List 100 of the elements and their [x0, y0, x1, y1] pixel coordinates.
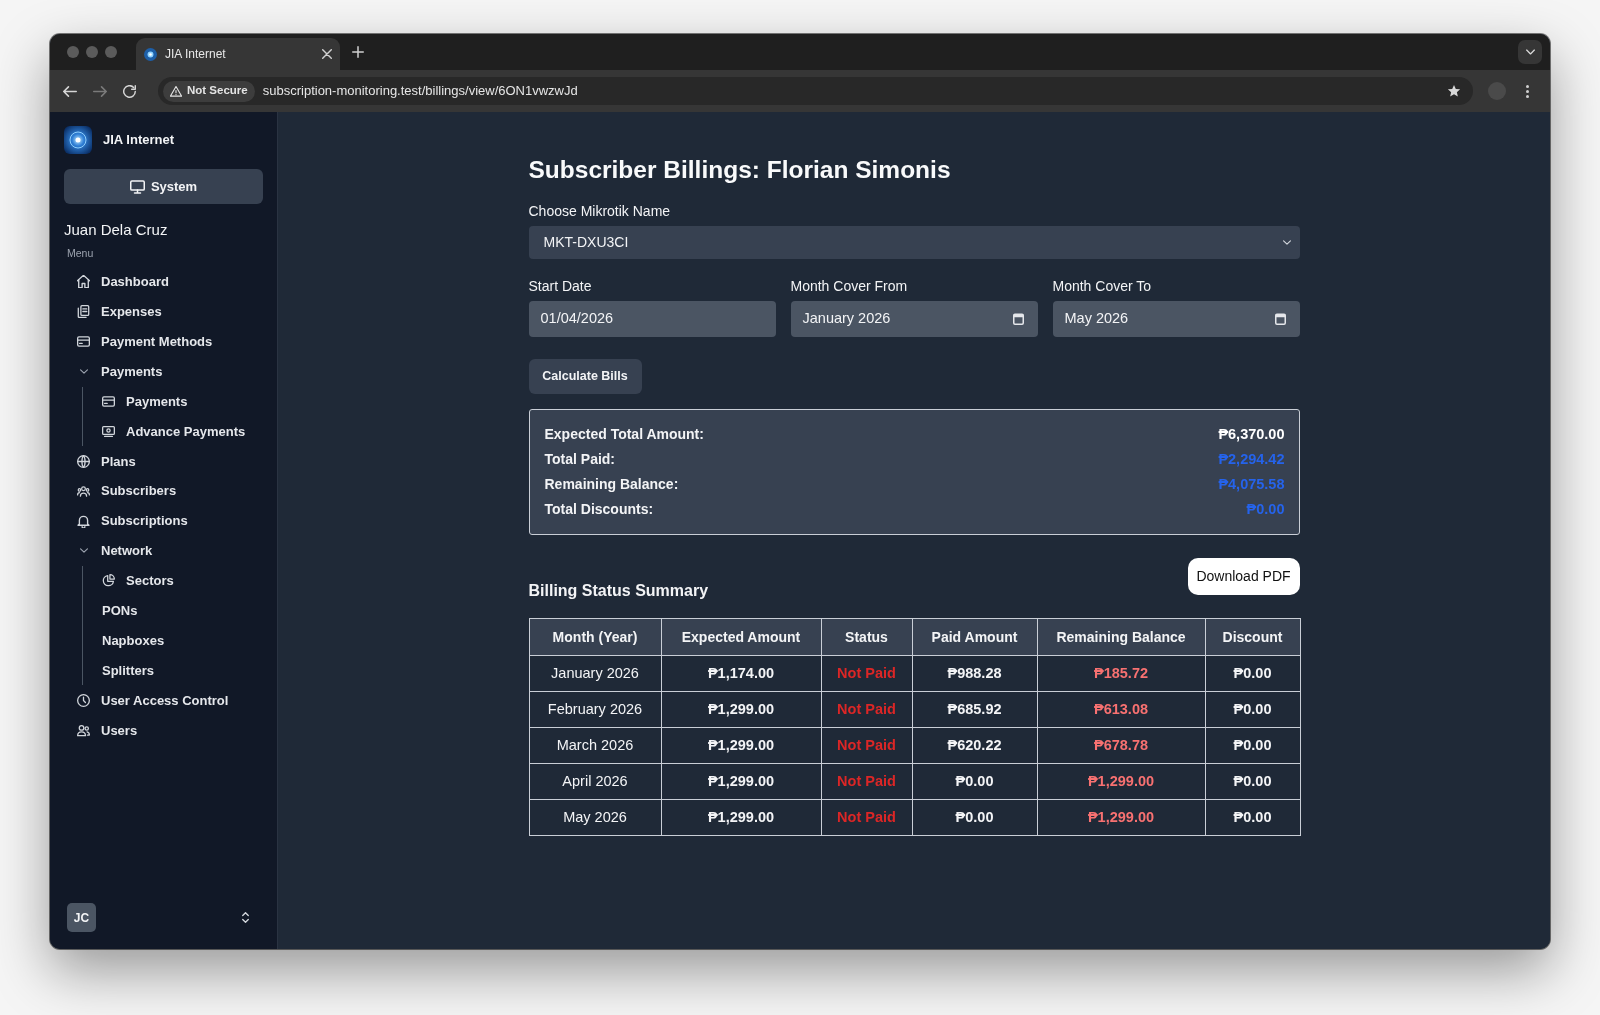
sidebar-subitem[interactable]: Sectors [83, 565, 263, 596]
month-field[interactable]: May 2026 [1052, 301, 1300, 337]
calendar-icon[interactable] [1274, 313, 1286, 325]
table-cell: May 2026 [529, 799, 661, 836]
sidebar-item[interactable]: Subscribers [64, 476, 263, 507]
table-cell: ₱185.72 [1037, 655, 1205, 692]
sidebar-item[interactable]: Network [64, 536, 263, 566]
sidebar-subitem[interactable]: Payments [83, 386, 263, 417]
credit-card-icon [102, 395, 115, 408]
total-label: Expected Total Amount: [544, 425, 704, 444]
credit-card-icon [77, 335, 90, 349]
status-cell: Not Paid [821, 727, 912, 764]
table-cell: ₱1,299.00 [661, 763, 821, 800]
home-icon [77, 275, 90, 289]
sidebar-subitem[interactable]: PONs [83, 595, 263, 626]
logo-icon [64, 126, 92, 154]
total-label: Remaining Balance: [544, 475, 679, 494]
warning-triangle-icon [170, 85, 182, 97]
table-cell: ₱1,299.00 [661, 691, 821, 728]
user-name: Juan Dela Cruz [64, 220, 169, 240]
documents-icon [77, 305, 90, 319]
column-header: Expected Amount [661, 618, 821, 656]
forward-arrow-icon[interactable] [93, 84, 107, 98]
traffic-light-icon[interactable] [105, 46, 117, 58]
select-field[interactable]: MKT-DXU3CI [528, 226, 1300, 259]
address-url[interactable]: subscription-monitoring.test/billings/view/6ON1vwzwJd [262, 81, 578, 101]
table-cell: ₱0.00 [912, 763, 1037, 800]
sidebar-subitem[interactable]: Splitters [83, 655, 263, 686]
sidebar-item[interactable]: Users [64, 715, 263, 746]
field-label: Month Cover From [790, 277, 909, 296]
bell-icon [77, 514, 90, 528]
close-icon[interactable] [322, 49, 332, 59]
orb-icon [144, 47, 157, 61]
total-value: ₱0.00 [1246, 499, 1285, 519]
chevron-down-icon [1525, 49, 1535, 55]
total-label: Total Paid: [544, 450, 616, 469]
table-cell: ₱0.00 [1205, 727, 1300, 764]
download-pdf-button[interactable]: Download PDF [1187, 558, 1300, 595]
browser-tab[interactable]: JIA Internet [136, 38, 340, 70]
calendar-icon[interactable] [1012, 313, 1024, 325]
banknote-icon [102, 424, 115, 438]
sidebar-item[interactable]: Dashboard [64, 267, 263, 297]
table-cell: ₱1,174.00 [661, 655, 821, 692]
calculate-bills-button[interactable]: Calculate Bills [528, 359, 642, 394]
table-cell: March 2026 [529, 727, 661, 764]
menu-label: Menu [67, 246, 95, 261]
chevron-up-down-icon[interactable] [242, 912, 249, 923]
table-cell: ₱988.28 [912, 655, 1037, 692]
column-header: Month (Year) [529, 618, 661, 656]
kebab-menu-icon[interactable] [1526, 84, 1529, 98]
monitor-icon [129, 179, 145, 194]
sidebar-subitem[interactable]: Advance Payments [83, 416, 263, 447]
chevron-down-icon [1282, 240, 1291, 245]
sidebar-item[interactable]: Payments [64, 356, 263, 387]
system-button[interactable]: System [64, 169, 263, 204]
field-label: Choose Mikrotik Name [528, 202, 672, 221]
users-icon [77, 723, 90, 737]
total-value: ₱6,370.00 [1218, 424, 1285, 444]
table-cell: ₱685.92 [912, 691, 1037, 728]
page-title: Subscriber Billings: Florian Simonis [528, 155, 952, 185]
table-cell: ₱0.00 [912, 799, 1037, 836]
table-cell: January 2026 [529, 655, 661, 692]
table-cell: April 2026 [529, 763, 661, 800]
user-group-icon [77, 484, 90, 498]
table-cell: ₱0.00 [1205, 763, 1300, 800]
field-label: Month Cover To [1052, 277, 1153, 296]
column-header: Status [821, 618, 912, 656]
table-cell: ₱0.00 [1205, 799, 1300, 836]
table-cell: ₱1,299.00 [661, 727, 821, 764]
pie-chart-icon [102, 574, 115, 588]
status-cell: Not Paid [821, 691, 912, 728]
sidebar-item[interactable]: User Access Control [64, 685, 263, 716]
month-field[interactable]: January 2026 [790, 301, 1038, 337]
column-header: Paid Amount [912, 618, 1037, 656]
total-value: ₱2,294.42 [1218, 449, 1285, 469]
table-cell: ₱620.22 [912, 727, 1037, 764]
table-cell: ₱678.78 [1037, 727, 1205, 764]
plus-icon[interactable] [352, 46, 364, 58]
user-avatar[interactable]: JC [67, 903, 96, 932]
total-value: ₱4,075.58 [1218, 474, 1285, 494]
traffic-light-icon[interactable] [86, 46, 98, 58]
sidebar-item[interactable]: Expenses [64, 296, 263, 327]
column-header: Discount [1205, 618, 1300, 656]
total-label: Total Discounts: [544, 500, 654, 519]
sidebar-subitem[interactable]: Napboxes [83, 625, 263, 656]
field-label: Start Date [528, 277, 593, 296]
security-chip[interactable]: Not Secure [163, 80, 255, 102]
status-cell: Not Paid [821, 763, 912, 800]
reload-icon[interactable] [123, 84, 136, 98]
sidebar-item[interactable]: Subscriptions [64, 506, 263, 536]
tab-search-button[interactable] [1518, 40, 1542, 64]
date-field[interactable]: 01/04/2026 [528, 301, 776, 337]
traffic-light-icon[interactable] [67, 46, 79, 58]
star-icon[interactable] [1447, 84, 1461, 98]
table-cell: ₱0.00 [1205, 655, 1300, 692]
table-cell: ₱1,299.00 [661, 799, 821, 836]
back-arrow-icon[interactable] [63, 84, 77, 98]
table-cell: ₱1,299.00 [1037, 799, 1205, 836]
sidebar-item[interactable]: Plans [64, 446, 263, 477]
sidebar-item[interactable]: Payment Methods [64, 326, 263, 357]
